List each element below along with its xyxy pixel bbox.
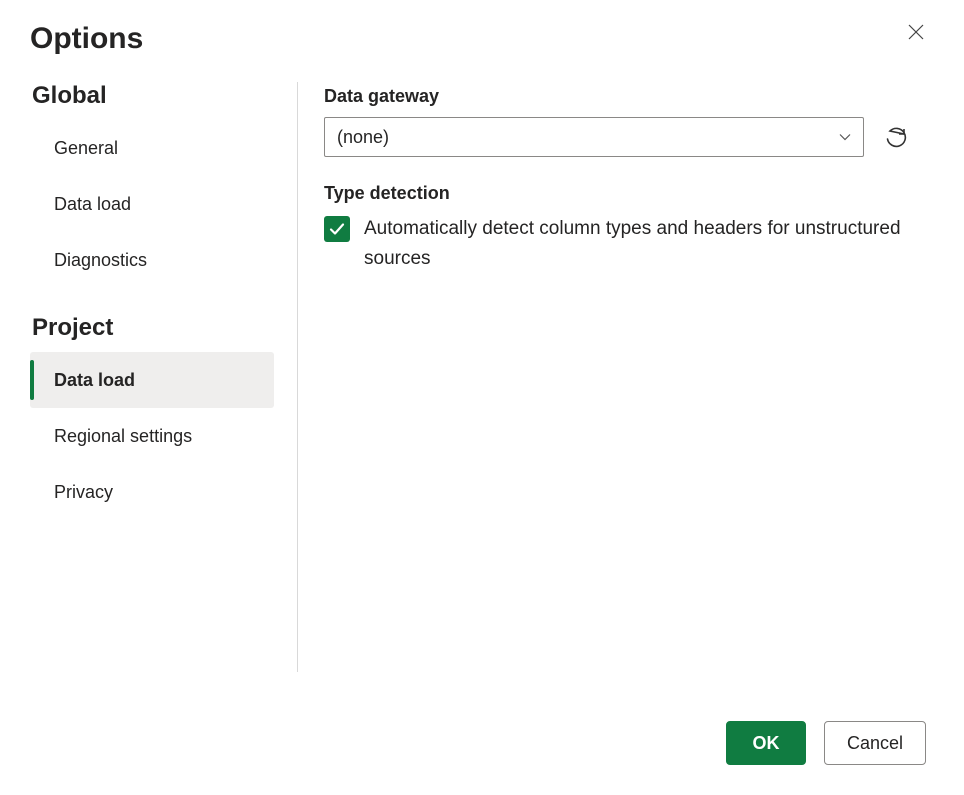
refresh-gateway-button[interactable] [882,123,910,151]
ok-button[interactable]: OK [726,721,806,765]
sidebar-section-project-heading: Project [30,314,297,342]
refresh-icon [884,125,908,149]
type-detection-label: Type detection [324,183,934,204]
sidebar-item-data-load-project[interactable]: Data load [30,352,274,408]
sidebar-item-privacy[interactable]: Privacy [30,464,274,520]
close-button[interactable] [906,22,926,42]
data-gateway-label: Data gateway [324,86,934,107]
sidebar-section-global-heading: Global [30,82,297,110]
sidebar-item-data-load-global[interactable]: Data load [30,176,274,232]
auto-detect-checkbox[interactable] [324,216,350,242]
options-dialog: Options Global General Data load Diagnos… [0,0,964,795]
sidebar-item-label: General [54,138,118,159]
sidebar-item-label: Privacy [54,482,113,503]
close-icon [908,24,924,40]
content-pane: Data gateway (none) Ty [298,82,934,672]
cancel-button[interactable]: Cancel [824,721,926,765]
sidebar: Global General Data load Diagnostics Pro… [30,82,298,672]
sidebar-item-label: Data load [54,194,131,215]
ok-button-label: OK [752,733,779,754]
cancel-button-label: Cancel [847,733,903,754]
sidebar-item-regional-settings[interactable]: Regional settings [30,408,274,464]
sidebar-list-project: Data load Regional settings Privacy [30,352,297,520]
data-gateway-selected-value: (none) [337,127,389,148]
dialog-title: Options [30,22,934,56]
checkmark-icon [328,220,346,238]
dialog-footer: OK Cancel [726,721,926,765]
sidebar-item-label: Diagnostics [54,250,147,271]
sidebar-item-general[interactable]: General [30,120,274,176]
sidebar-item-label: Data load [54,370,135,391]
sidebar-item-diagnostics[interactable]: Diagnostics [30,232,274,288]
chevron-down-icon [837,129,853,145]
auto-detect-checkbox-label: Automatically detect column types and he… [364,214,924,275]
sidebar-item-label: Regional settings [54,426,192,447]
data-gateway-dropdown[interactable]: (none) [324,117,864,157]
sidebar-list-global: General Data load Diagnostics [30,120,297,288]
